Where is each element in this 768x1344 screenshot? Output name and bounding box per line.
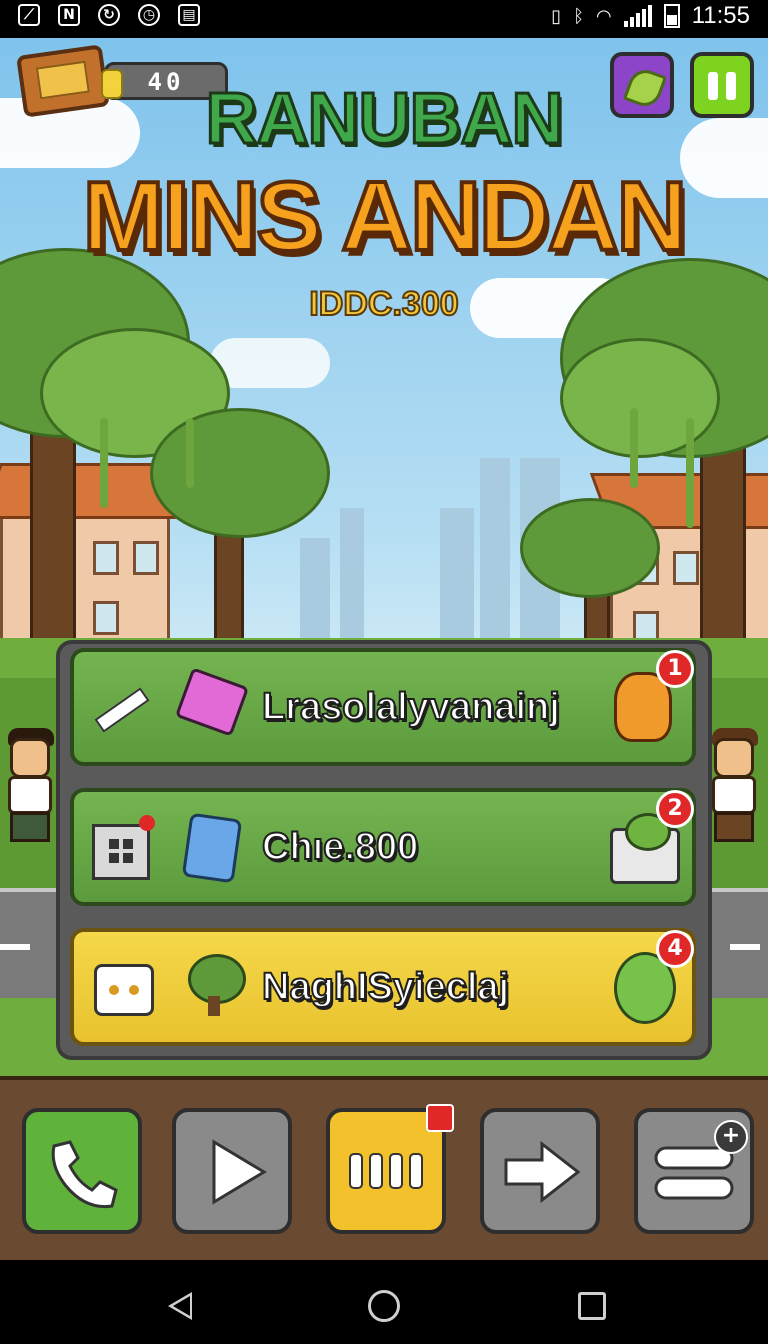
play-button[interactable] xyxy=(172,1108,292,1234)
notification-badge: 4 xyxy=(656,930,694,968)
window xyxy=(93,541,119,575)
home-icon[interactable] xyxy=(368,1290,400,1322)
vibrate-icon: ▯ xyxy=(551,5,562,27)
menu-item-3[interactable]: NaghISyieclaj 4 xyxy=(70,928,696,1046)
window xyxy=(133,541,159,575)
skyline-building xyxy=(480,458,510,658)
back-icon[interactable] xyxy=(168,1292,192,1320)
vine xyxy=(186,418,194,488)
road-marking xyxy=(0,944,30,950)
vine xyxy=(100,418,108,508)
tree-crown xyxy=(150,408,330,538)
menu-item-label: Chıe.800 xyxy=(261,825,419,869)
character-head xyxy=(714,738,754,778)
arrow-right-button[interactable] xyxy=(480,1108,600,1234)
game-title-top: RANUBAN xyxy=(204,78,565,161)
bars-icon xyxy=(349,1153,423,1189)
clock-icon: ◷ xyxy=(138,4,160,26)
menu-item-2[interactable]: Chıe.800 2 xyxy=(70,788,696,906)
signal-icon xyxy=(623,5,652,27)
window xyxy=(673,551,699,585)
house-left xyxy=(0,508,170,658)
game-title-main: MINS ANDAN xyxy=(81,159,689,273)
sim-icon: ▤ xyxy=(178,4,200,26)
plus-icon: + xyxy=(714,1120,748,1154)
status-time: 11:55 xyxy=(691,2,750,29)
character-head xyxy=(10,738,50,778)
skyline-building xyxy=(440,508,474,658)
arrow-right-icon xyxy=(504,1140,581,1204)
wifi-icon: ◠ xyxy=(596,5,612,27)
vine xyxy=(630,408,638,488)
game-subtitle: IDDC.300 xyxy=(308,284,459,324)
green-bush-block-icon xyxy=(610,813,680,884)
phone-button[interactable] xyxy=(22,1108,142,1234)
play-icon xyxy=(212,1139,267,1205)
menu-item-label: Lrasolalyvanainj xyxy=(261,685,561,729)
menu-item-1[interactable]: Lrasolalyvanainj 1 xyxy=(70,648,696,766)
character-pants xyxy=(714,812,754,842)
window-icon xyxy=(92,815,155,880)
road-marking xyxy=(730,944,760,950)
tree-crown xyxy=(560,338,720,458)
menu-item-label: NaghISyieclaj xyxy=(261,965,510,1009)
tree-icon xyxy=(184,954,246,1016)
character-shirt xyxy=(8,776,52,814)
character-shirt xyxy=(712,776,756,814)
skyline-building xyxy=(340,508,364,658)
notification-badge: 2 xyxy=(656,790,694,828)
vine xyxy=(686,418,694,528)
menu-bars-button[interactable] xyxy=(326,1104,454,1234)
list-add-button[interactable]: + xyxy=(634,1108,754,1234)
sync-icon: ↻ xyxy=(98,4,120,26)
recent-apps-icon[interactable] xyxy=(578,1292,606,1320)
tree-crown xyxy=(520,498,660,598)
notification-badge: 1 xyxy=(656,650,694,688)
robot-box-icon xyxy=(94,964,154,1016)
alert-icon xyxy=(426,1104,454,1132)
phone-icon xyxy=(51,1140,118,1209)
window xyxy=(93,601,119,635)
bluetooth-icon: ᛒ xyxy=(573,5,584,27)
status-bar: ⟋ N ↻ ◷ ▤ ▯ ᛒ ◠ 11:55 xyxy=(0,0,768,38)
sparkle-arrow-icon xyxy=(94,684,150,733)
character-pants xyxy=(10,812,50,842)
blue-jar-icon xyxy=(181,812,243,884)
pink-gem-icon xyxy=(174,667,250,737)
slash-icon: ⟋ xyxy=(18,4,40,26)
battery-icon xyxy=(663,4,680,28)
n-icon: N xyxy=(58,4,80,26)
